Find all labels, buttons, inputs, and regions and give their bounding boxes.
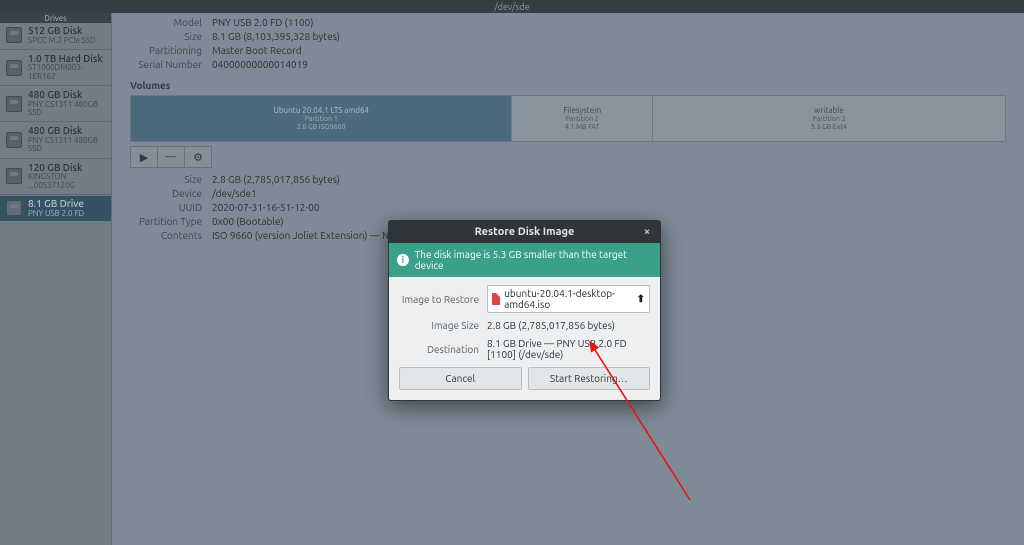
volume-sub: Partition 2 <box>566 115 599 123</box>
hdd-icon <box>6 27 22 43</box>
dialog-title: Restore Disk Image <box>475 226 575 238</box>
label-part-device: Device <box>130 188 202 199</box>
value-part-uuid: 2020-07-31-16-51-12-00 <box>212 202 320 213</box>
drive-subtitle: PNY CS1311 480GB SSD <box>28 137 105 154</box>
divider <box>0 158 111 159</box>
iso-file-icon <box>492 293 500 305</box>
drive-title: 8.1 GB Drive <box>28 199 84 210</box>
volume-sub: Partition 3 <box>813 115 846 123</box>
drive-subtitle: SPCC M.2 PCIe SSD <box>28 37 96 45</box>
drives-sidebar: Drives 512 GB Disk SPCC M.2 PCIe SSD 1.0… <box>0 13 112 545</box>
volume-label: Filesystem <box>563 106 601 115</box>
dialog-info-banner: i The disk image is 5.3 GB smaller than … <box>389 243 660 277</box>
label-model: Model <box>130 17 202 28</box>
dialog-close-button[interactable]: × <box>640 225 654 239</box>
value-destination: 8.1 GB Drive — PNY USB 2.0 FD [1100] (/d… <box>487 338 650 360</box>
label-part-size: Size <box>130 174 202 185</box>
label-part-uuid: UUID <box>130 202 202 213</box>
close-icon: × <box>644 226 650 238</box>
label-partitioning: Partitioning <box>130 45 202 56</box>
info-icon: i <box>397 254 409 266</box>
minus-icon: — <box>166 151 177 163</box>
sidebar-header: Drives <box>0 13 111 23</box>
hdd-icon <box>6 60 22 76</box>
hdd-icon <box>6 96 22 112</box>
value-part-size: 2.8 GB (2,785,017,856 bytes) <box>212 174 340 185</box>
divider <box>0 194 111 195</box>
dialog-titlebar: Restore Disk Image × <box>389 221 660 243</box>
sidebar-item-disk-120gb[interactable]: 120 GB Disk KINGSTON ...00S37120G <box>0 160 111 193</box>
open-file-icon: ⬆ <box>637 293 645 305</box>
value-size: 8.1 GB (8,103,395,328 bytes) <box>212 31 340 42</box>
delete-partition-button[interactable]: — <box>157 146 185 168</box>
drive-subtitle: ST1000DM003-1ER162 <box>28 64 105 81</box>
label-part-type: Partition Type <box>130 216 202 227</box>
divider <box>0 49 111 50</box>
volume-fs: 5.3 GB Ext4 <box>811 123 847 131</box>
volume-partition-1[interactable]: Ubuntu 20.04.1 LTS amd64 Partition 1 2.8… <box>131 96 511 141</box>
volume-label: Ubuntu 20.04.1 LTS amd64 <box>273 106 369 115</box>
hdd-icon <box>6 132 22 148</box>
volume-toolbar: ▶ — ⚙ <box>130 146 1006 168</box>
value-partitioning: Master Boot Record <box>212 45 302 56</box>
drive-subtitle: PNY CS1311 480GB SSD <box>28 101 105 118</box>
value-image-size: 2.8 GB (2,785,017,856 bytes) <box>487 320 650 331</box>
sidebar-item-disk-480gb-1[interactable]: 480 GB Disk PNY CS1311 480GB SSD <box>0 87 111 120</box>
dialog-info-text: The disk image is 5.3 GB smaller than th… <box>415 249 652 271</box>
value-model: PNY USB 2.0 FD (1100) <box>212 17 313 28</box>
label-image-to-restore: Image to Restore <box>399 294 479 305</box>
window-titlebar: /dev/sde <box>0 0 1024 13</box>
label-destination: Destination <box>399 344 479 355</box>
drive-subtitle: KINGSTON ...00S37120G <box>28 173 105 190</box>
label-image-size: Image Size <box>399 320 479 331</box>
label-part-contents: Contents <box>130 230 202 241</box>
volume-fs: 4.1 MB FAT <box>565 123 600 131</box>
volume-fs: 2.8 GB ISO9660 <box>297 123 346 131</box>
sidebar-item-drive-8gb-usb[interactable]: 8.1 GB Drive PNY USB 2.0 FD <box>0 196 111 221</box>
sidebar-item-disk-512gb[interactable]: 512 GB Disk SPCC M.2 PCIe SSD <box>0 23 111 48</box>
value-part-type: 0x00 (Bootable) <box>212 216 284 227</box>
restore-disk-image-dialog: Restore Disk Image × i The disk image is… <box>388 220 661 401</box>
hdd-icon <box>6 168 22 184</box>
volume-partition-2[interactable]: Filesystem Partition 2 4.1 MB FAT <box>511 96 653 141</box>
drive-subtitle: PNY USB 2.0 FD <box>28 210 84 218</box>
divider <box>0 121 111 122</box>
sidebar-item-disk-480gb-2[interactable]: 480 GB Disk PNY CS1311 480GB SSD <box>0 123 111 156</box>
gear-icon: ⚙ <box>193 151 203 164</box>
volumes-heading: Volumes <box>130 80 1006 91</box>
usb-drive-icon <box>6 200 22 216</box>
sidebar-item-disk-1tb[interactable]: 1.0 TB Hard Disk ST1000DM003-1ER162 <box>0 51 111 84</box>
label-size: Size <box>130 31 202 42</box>
image-file-chooser[interactable]: ubuntu-20.04.1-desktop-amd64.iso ⬆ <box>487 285 650 313</box>
divider <box>0 85 111 86</box>
volume-sub: Partition 1 <box>305 115 338 123</box>
volumes-layout: Ubuntu 20.04.1 LTS amd64 Partition 1 2.8… <box>130 95 1006 142</box>
mount-button[interactable]: ▶ <box>130 146 158 168</box>
cancel-button[interactable]: Cancel <box>399 367 522 390</box>
value-part-device: /dev/sde1 <box>212 188 257 199</box>
partition-options-button[interactable]: ⚙ <box>184 146 212 168</box>
volume-label: writable <box>814 106 844 115</box>
start-restoring-button[interactable]: Start Restoring… <box>528 367 651 390</box>
image-file-name: ubuntu-20.04.1-desktop-amd64.iso <box>504 288 632 310</box>
play-icon: ▶ <box>140 151 148 164</box>
label-serial: Serial Number <box>130 59 202 70</box>
drive-title: 512 GB Disk <box>28 26 96 37</box>
value-serial: 04000000000014019 <box>212 59 308 70</box>
volume-partition-3[interactable]: writable Partition 3 5.3 GB Ext4 <box>653 96 1005 141</box>
window-title: /dev/sde <box>494 2 529 12</box>
